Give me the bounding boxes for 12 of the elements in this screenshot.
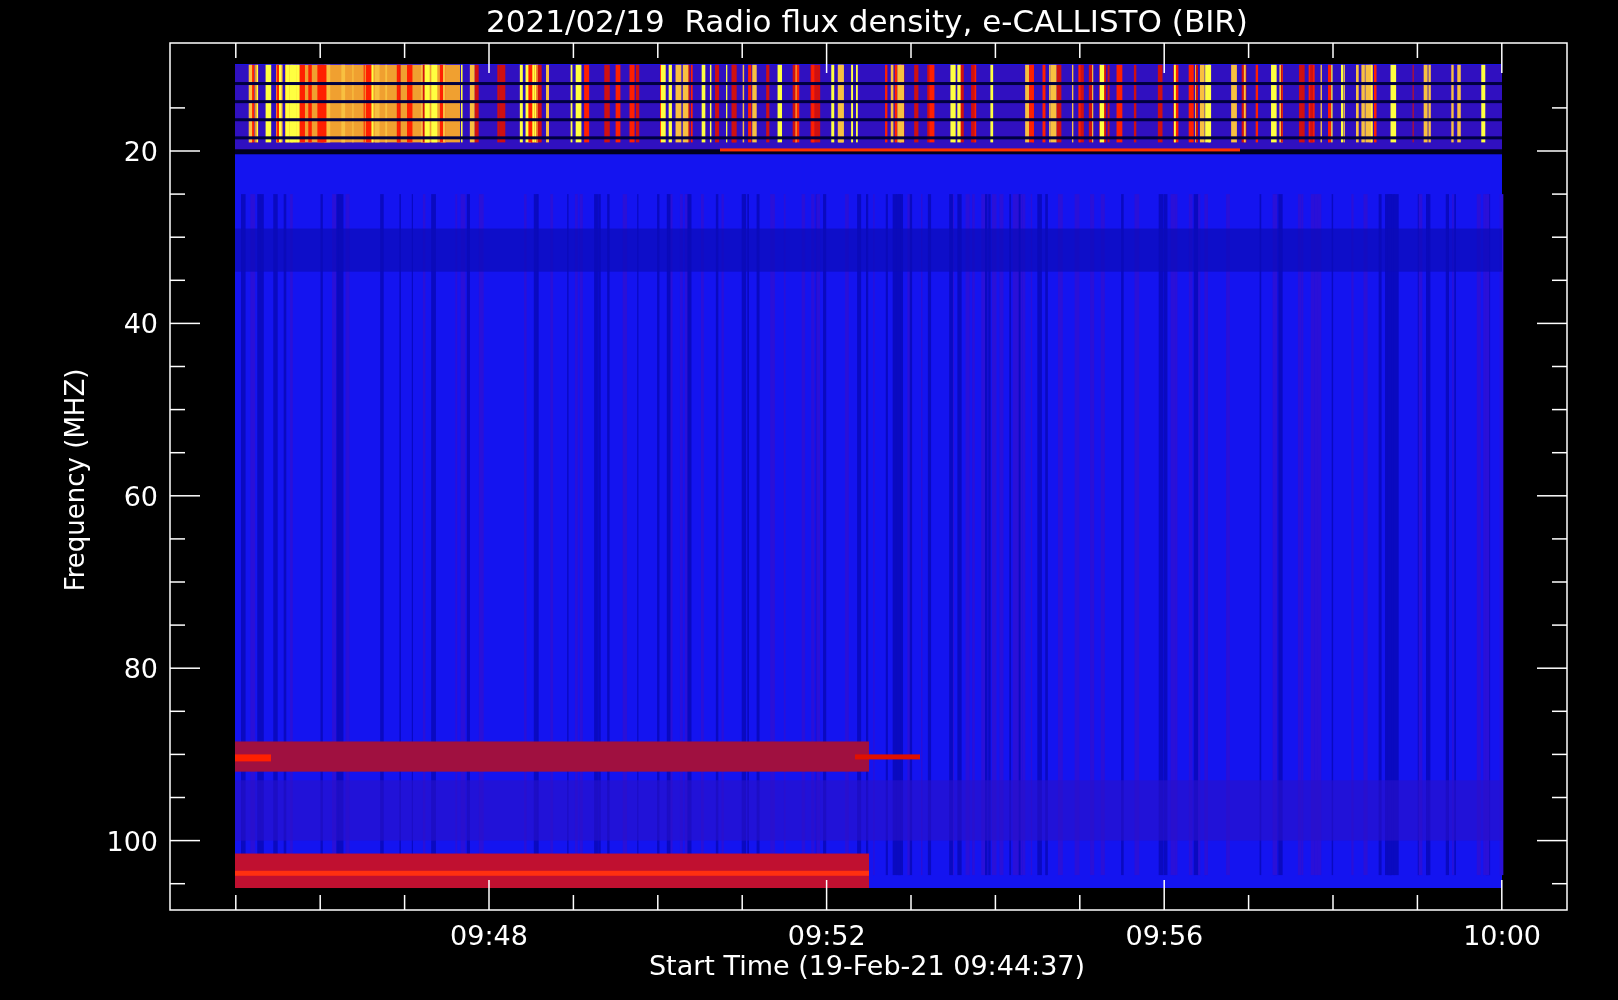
x-tick-label: 09:56 xyxy=(1125,920,1204,951)
y-tick-label: 40 xyxy=(123,308,158,340)
x-axis-label: Start Time (19-Feb-21 09:44:37) xyxy=(648,950,1086,981)
y-axis-label: Frequency (MHZ) xyxy=(60,368,90,592)
y-tick-label: 80 xyxy=(123,653,158,685)
chart-title: 2021/02/19 Radio flux density, e-CALLISTO (BIR) xyxy=(486,3,1248,39)
x-tick-label: 09:52 xyxy=(787,920,866,951)
y-tick-label: 20 xyxy=(123,136,158,167)
x-tick-label: 10:00 xyxy=(1463,920,1541,951)
y-tick-label: 100 xyxy=(106,825,158,857)
x-tick-label: 09:48 xyxy=(450,920,528,951)
y-tick-label: 60 xyxy=(123,480,158,512)
